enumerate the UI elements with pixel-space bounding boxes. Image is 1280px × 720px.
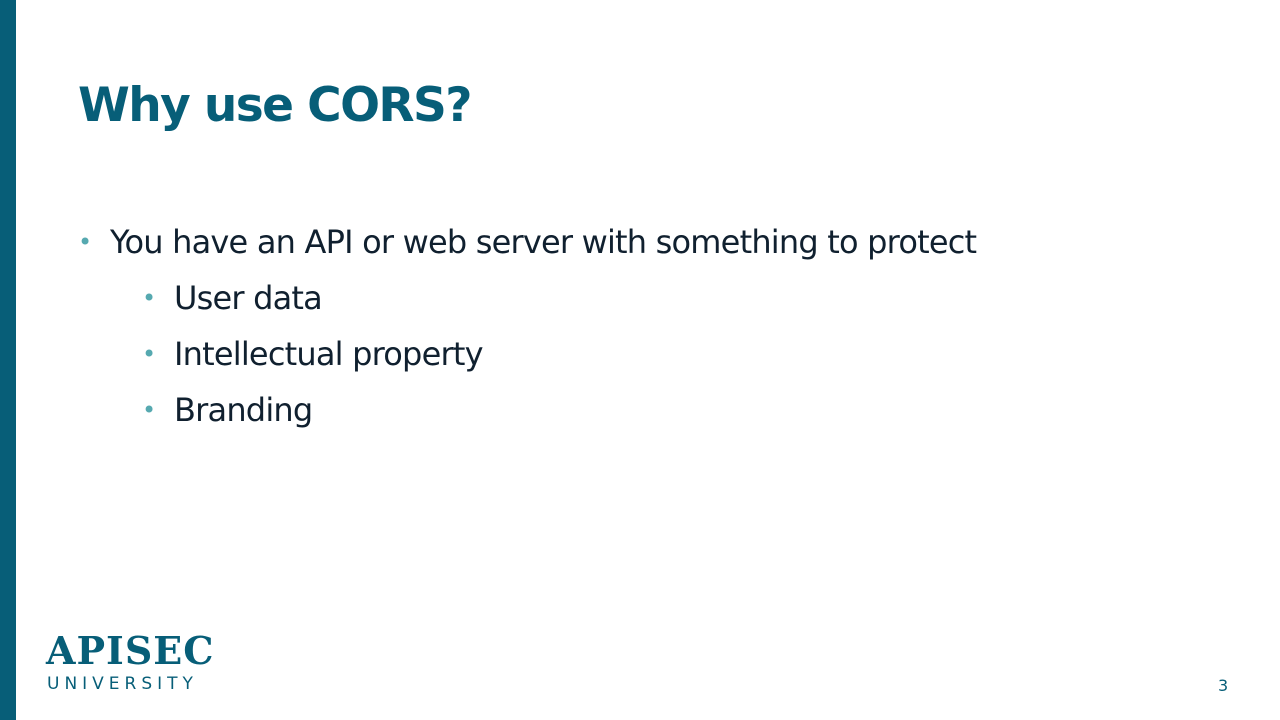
bullet-dot-icon: •: [142, 284, 157, 312]
bullet-list: • You have an API or web server with som…: [78, 220, 1178, 444]
sub-bullet-text: Branding: [174, 391, 313, 429]
apisec-university-logo: APISEC UNIVERSITY: [46, 632, 216, 698]
slide-title: Why use CORS?: [78, 78, 473, 133]
logo-wordmark: APISEC: [46, 628, 215, 673]
accent-bar: [0, 0, 16, 720]
page-number: 3: [1218, 676, 1229, 695]
sub-bullet-text: Intellectual property: [174, 335, 484, 373]
sub-bullet-text: User data: [174, 279, 323, 317]
bullet-item: • You have an API or web server with som…: [78, 220, 1178, 264]
bullet-dot-icon: •: [142, 396, 157, 424]
logo-subtitle: UNIVERSITY: [47, 674, 198, 694]
bullet-dot-icon: •: [142, 340, 157, 368]
slide: Why use CORS? • You have an API or web s…: [0, 0, 1280, 720]
sub-bullet-item: • User data: [78, 276, 1178, 320]
bullet-text: You have an API or web server with somet…: [110, 223, 977, 261]
sub-bullet-item: • Intellectual property: [78, 332, 1178, 376]
sub-bullet-item: • Branding: [78, 388, 1178, 432]
bullet-dot-icon: •: [78, 228, 93, 256]
